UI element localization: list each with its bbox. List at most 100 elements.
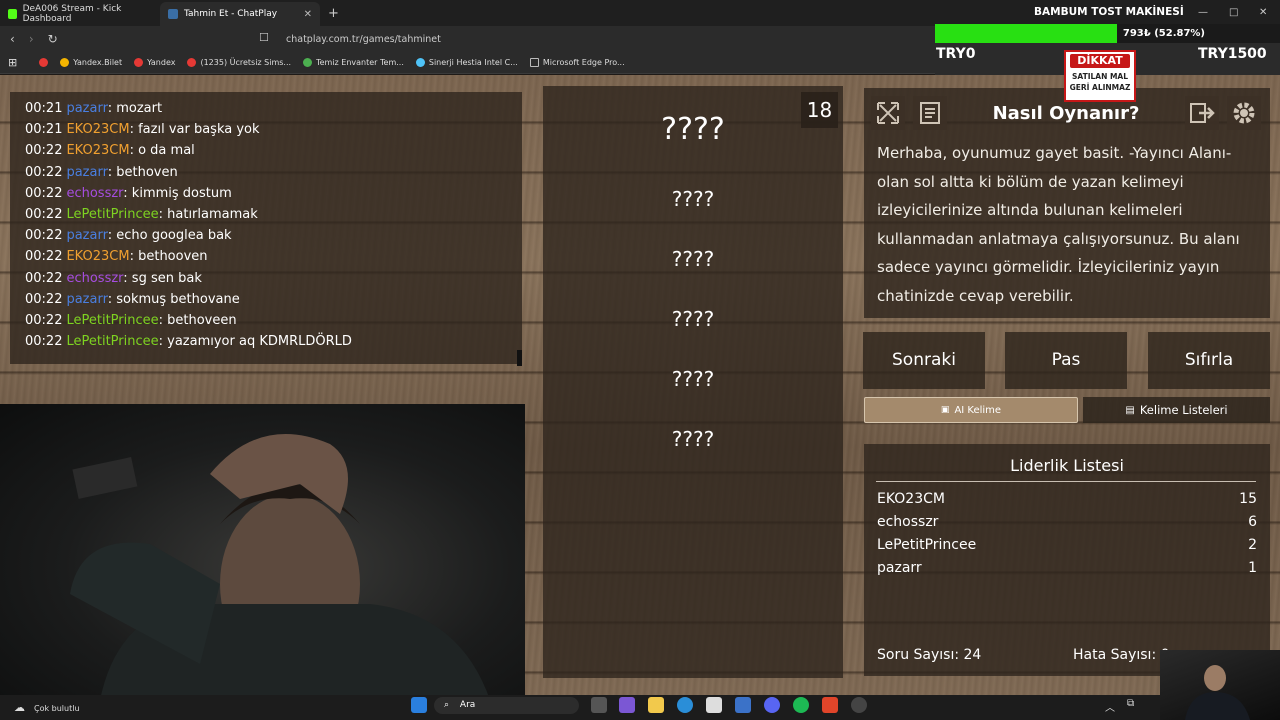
- brave-icon[interactable]: [822, 697, 838, 713]
- chat-username[interactable]: LePetitPrincee: [66, 313, 158, 328]
- task-view-icon[interactable]: [591, 697, 607, 713]
- plus-icon: [303, 58, 313, 67]
- goal-progress-text: 793₺ (52.87%): [1122, 28, 1205, 39]
- discord-icon[interactable]: [764, 697, 780, 713]
- copilot-icon[interactable]: [619, 697, 635, 713]
- bookmark-youtube[interactable]: [25, 58, 54, 67]
- maximize-icon[interactable]: □: [1229, 7, 1238, 18]
- mail-icon[interactable]: [735, 697, 751, 713]
- folder-icon: [529, 58, 539, 67]
- spotify-icon[interactable]: [793, 697, 809, 713]
- yandex-bilet-icon: [60, 58, 70, 67]
- chat-message: 00:22 LePetitPrincee: bethoveen: [25, 310, 522, 331]
- back-icon[interactable]: ‹: [10, 32, 15, 46]
- chat-timestamp: 00:22: [25, 228, 63, 244]
- hidden-word: ????: [671, 427, 715, 451]
- exit-button[interactable]: [1185, 96, 1219, 130]
- bookmark-yandex[interactable]: Yandex: [128, 58, 181, 67]
- forward-icon[interactable]: ›: [29, 32, 34, 46]
- howto-text: Merhaba, oyunumuz gayet basit. -Yayıncı …: [877, 144, 1240, 305]
- chat-message: 00:22 pazarr: echo googlea bak: [25, 225, 522, 246]
- chatplay-icon: [168, 9, 178, 19]
- chat-message: 00:21 pazarr: mozart: [25, 98, 522, 119]
- chevron-up-icon[interactable]: ︿: [1105, 699, 1115, 714]
- notes-button[interactable]: [913, 96, 947, 130]
- close-tab-icon[interactable]: ✕: [304, 9, 312, 20]
- settings-button[interactable]: [1227, 96, 1261, 130]
- bookmark-sinerji[interactable]: Sinerji Hestia Intel C...: [410, 58, 524, 67]
- hidden-word-main: ????: [661, 112, 725, 147]
- search-icon: ⌕: [444, 700, 450, 710]
- chat-username[interactable]: EKO23CM: [66, 249, 129, 264]
- url-field[interactable]: chatplay.com.tr/games/tahminet: [278, 31, 918, 49]
- hidden-word: ????: [671, 247, 715, 271]
- chat-username[interactable]: EKO23CM: [66, 143, 129, 158]
- bookmark-sims[interactable]: (1235) Ücretsiz Sims...: [181, 58, 297, 67]
- windows-start-icon[interactable]: [411, 697, 427, 713]
- pass-button[interactable]: Pas: [1005, 332, 1127, 389]
- bookmark-envanter[interactable]: Temiz Envanter Tem...: [297, 58, 410, 67]
- chat-text: : sokmuş bethovane: [107, 291, 240, 307]
- chat-username[interactable]: echosszr: [66, 186, 123, 201]
- reset-button[interactable]: Sıfırla: [1148, 332, 1270, 389]
- close-window-icon[interactable]: ✕: [1259, 7, 1267, 18]
- chat-username[interactable]: LePetitPrincee: [66, 334, 158, 349]
- obs-icon[interactable]: [851, 697, 867, 713]
- gear-icon: [1233, 102, 1255, 124]
- chat-timestamp: 00:22: [25, 249, 63, 265]
- chat-text: : yazamıyor aq KDMRLDÖRLD: [158, 334, 352, 350]
- chat-message: 00:22 LePetitPrincee: yazamıyor aq KDMRLD…: [25, 331, 522, 352]
- next-button[interactable]: Sonraki: [863, 332, 985, 389]
- chat-scrollbar[interactable]: [517, 350, 522, 366]
- chat-timestamp: 00:22: [25, 291, 63, 307]
- bookmark-edge[interactable]: Microsoft Edge Pro...: [524, 58, 631, 67]
- chat-timestamp: 00:22: [25, 270, 63, 286]
- tab-chatplay[interactable]: Tahmin Et - ChatPlay ✕: [160, 2, 320, 26]
- apps-icon[interactable]: ⊞: [0, 56, 25, 69]
- taskbar-search[interactable]: ⌕ Ara: [434, 697, 579, 714]
- chat-timestamp: 00:22: [25, 334, 63, 350]
- reload-icon[interactable]: ↻: [48, 32, 58, 46]
- list-icon: ▤: [1125, 404, 1135, 416]
- tray-icon[interactable]: ⧉: [1127, 698, 1134, 709]
- leaderboard-row: LePetitPrincee 2: [877, 537, 1257, 553]
- chat-message: 00:22 EKO23CM: bethooven: [25, 246, 522, 267]
- leaderboard-row: EKO23CM 15: [877, 491, 1257, 507]
- chat-timestamp: 00:22: [25, 164, 63, 180]
- file-explorer-icon[interactable]: [648, 697, 664, 713]
- youtube-icon: [187, 58, 197, 67]
- weather-icon: ☁: [14, 701, 25, 714]
- word-lists-tab[interactable]: ▤ Kelime Listeleri: [1083, 397, 1270, 423]
- store-icon[interactable]: [706, 697, 722, 713]
- goal-min: TRY0: [936, 46, 976, 62]
- webcam-feed: [0, 404, 525, 700]
- chat-text: : bethoven: [107, 164, 178, 180]
- chat-message: 00:22 LePetitPrincee: hatırlamamak: [25, 204, 522, 225]
- tab-label: Tahmin Et - ChatPlay: [184, 9, 278, 19]
- chat-username[interactable]: echosszr: [66, 271, 123, 286]
- chat-message: 00:22 echosszr: kimmiş dostum: [25, 183, 522, 204]
- goal-max: TRY1500: [1198, 46, 1267, 62]
- chat-text: : kimmiş dostum: [123, 185, 232, 201]
- chat-username[interactable]: pazarr: [66, 101, 107, 116]
- new-tab-button[interactable]: +: [328, 2, 339, 26]
- chat-username[interactable]: LePetitPrincee: [66, 207, 158, 222]
- bookmark-star-icon[interactable]: ☐: [259, 31, 269, 44]
- chat-username[interactable]: pazarr: [66, 228, 107, 243]
- chat-username[interactable]: pazarr: [66, 292, 107, 307]
- minimize-icon[interactable]: —: [1198, 7, 1208, 18]
- leaderboard-row: echosszr 6: [877, 514, 1257, 530]
- fullscreen-button[interactable]: [871, 96, 905, 130]
- streamer-image: [70, 434, 490, 700]
- chat-username[interactable]: EKO23CM: [66, 122, 129, 137]
- tab-kick-dashboard[interactable]: DeA006 Stream - Kick Dashboard: [0, 2, 160, 26]
- chat-text: : echo googlea bak: [107, 228, 232, 244]
- bookmark-yandex-bilet[interactable]: Yandex.Bilet: [54, 58, 128, 67]
- chat-timestamp: 00:22: [25, 312, 63, 328]
- weather-text: Çok bulutlu: [34, 704, 80, 713]
- chat-text: : bethooven: [129, 249, 208, 265]
- edge-icon[interactable]: [677, 697, 693, 713]
- leaderboard-title: Liderlik Listesi: [1010, 456, 1124, 475]
- ai-word-tab[interactable]: ▣ AI Kelime: [864, 397, 1078, 423]
- chat-username[interactable]: pazarr: [66, 165, 107, 180]
